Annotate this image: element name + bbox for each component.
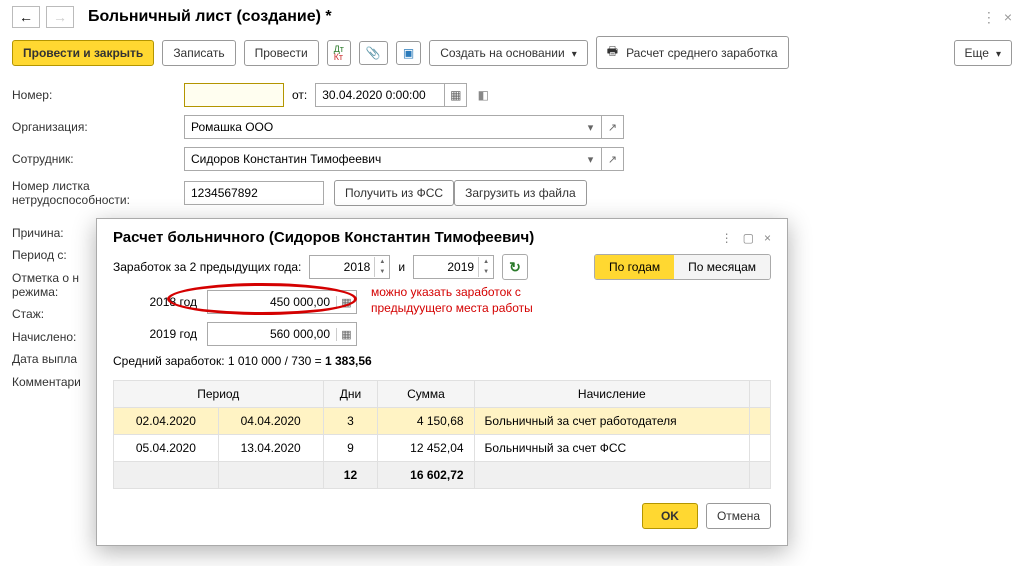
table-row[interactable]: 05.04.2020 13.04.2020 9 12 452,04 Больни…	[114, 435, 771, 462]
calc-icon[interactable]: ▦	[336, 296, 356, 309]
amount-2019-input[interactable]: 560 000,00 ▦	[207, 322, 357, 346]
spin-up-icon[interactable]: ▲	[479, 257, 493, 267]
th-sum: Сумма	[378, 381, 474, 408]
emp-open-icon[interactable]: ↗	[602, 147, 624, 171]
view-toggle: По годам По месяцам	[594, 254, 771, 280]
toggle-by-months[interactable]: По месяцам	[674, 255, 770, 279]
date-input[interactable]: 30.04.2020 0:00:00	[315, 83, 445, 107]
avg-calc-button[interactable]: Расчет среднего заработка	[596, 36, 789, 69]
create-based-button[interactable]: Создать на основании	[429, 40, 588, 66]
average-earnings-text: Средний заработок: 1 010 000 / 730 = 1 3…	[113, 354, 771, 368]
spin-down-icon[interactable]: ▼	[479, 267, 493, 277]
calc-icon[interactable]: ▦	[336, 328, 356, 341]
emp-input[interactable]: Сидоров Константин Тимофеевич	[184, 147, 580, 171]
from-label: от:	[292, 88, 307, 102]
refresh-button[interactable]: ↻	[502, 254, 528, 280]
calendar-icon[interactable]: ▦	[445, 83, 467, 107]
post-and-close-button[interactable]: Провести и закрыть	[12, 40, 154, 66]
year-a-input[interactable]: 2018 ▲▼	[309, 255, 390, 279]
field-label-number: Номер:	[12, 88, 184, 102]
get-from-fss-button[interactable]: Получить из ФСС	[334, 180, 454, 206]
table-footer: 12 16 602,72	[114, 462, 771, 489]
spin-up-icon[interactable]: ▲	[375, 257, 389, 267]
more-button[interactable]: Еще	[954, 40, 1012, 66]
th-days: Дни	[323, 381, 378, 408]
structure-button[interactable]: ▣	[396, 41, 421, 65]
modal-close-icon[interactable]: ×	[764, 231, 771, 245]
save-button[interactable]: Записать	[162, 40, 235, 66]
nav-back-button[interactable]: ←	[12, 6, 40, 28]
year-2018-label: 2018 год	[135, 295, 197, 309]
cancel-button[interactable]: Отмена	[706, 503, 771, 529]
ok-button[interactable]: OK	[642, 503, 698, 529]
org-dropdown-icon[interactable]: ▾	[580, 115, 602, 139]
th-period: Период	[114, 381, 324, 408]
dt-kt-button[interactable]: ДтКт	[327, 40, 351, 66]
modal-kebab-icon[interactable]: ⋮	[721, 231, 733, 245]
calc-table: Период Дни Сумма Начисление 02.04.2020 0…	[113, 380, 771, 489]
earnings-label: Заработок за 2 предыдущих года:	[113, 260, 301, 274]
attach-button[interactable]: 📎	[359, 41, 388, 65]
modal-title: Расчет больничного (Сидоров Константин Т…	[113, 229, 721, 246]
load-from-file-button[interactable]: Загрузить из файла	[454, 180, 587, 206]
post-button[interactable]: Провести	[244, 40, 319, 66]
org-input[interactable]: Ромашка ООО	[184, 115, 580, 139]
printer-icon	[607, 42, 622, 63]
table-row[interactable]: 02.04.2020 04.04.2020 3 4 150,68 Больнич…	[114, 408, 771, 435]
and-label: и	[398, 260, 405, 274]
year-b-input[interactable]: 2019 ▲▼	[413, 255, 494, 279]
modal-maximize-icon[interactable]: ▢	[743, 231, 754, 245]
calc-modal: Расчет больничного (Сидоров Константин Т…	[96, 218, 788, 546]
org-open-icon[interactable]: ↗	[602, 115, 624, 139]
emp-dropdown-icon[interactable]: ▾	[580, 147, 602, 171]
field-label-emp: Сотрудник:	[12, 152, 184, 166]
extra-action-icon[interactable]: ◧	[473, 85, 493, 105]
listno-input[interactable]: 1234567892	[184, 181, 324, 205]
close-icon[interactable]: ×	[1004, 9, 1012, 25]
number-input[interactable]	[184, 83, 284, 107]
nav-forward-button[interactable]: →	[46, 6, 74, 28]
th-accrual: Начисление	[474, 381, 749, 408]
year-2019-label: 2019 год	[135, 327, 197, 341]
page-title: Больничный лист (создание) *	[88, 8, 976, 26]
spin-down-icon[interactable]: ▼	[375, 267, 389, 277]
field-label-org: Организация:	[12, 120, 184, 134]
toggle-by-years[interactable]: По годам	[595, 255, 674, 279]
amount-2018-input[interactable]: 450 000,00 ▦	[207, 290, 357, 314]
field-label-listno: Номер листка нетрудоспособности:	[12, 179, 184, 208]
kebab-icon[interactable]: ⋮	[982, 9, 996, 26]
